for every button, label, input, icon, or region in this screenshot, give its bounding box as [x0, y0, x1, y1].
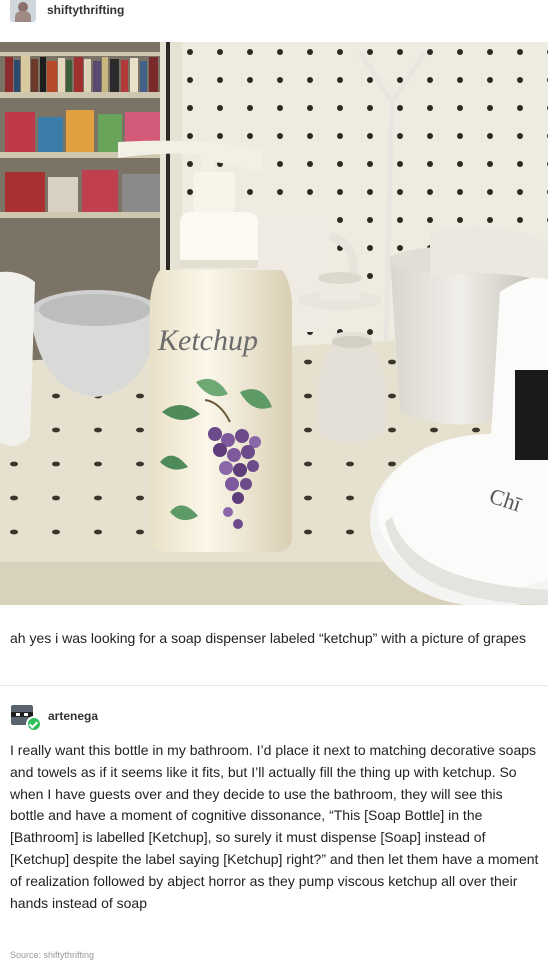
post-header: shiftythrifting	[0, 0, 548, 40]
user-avatar[interactable]	[10, 0, 36, 22]
avatar-eye-left	[16, 713, 20, 716]
reblog-divider	[0, 685, 548, 686]
bookshelf	[0, 52, 165, 218]
reblog-username[interactable]: artenega	[48, 709, 98, 723]
avatar-eye-right	[24, 713, 28, 716]
post-caption: ah yes i was looking for a soap dispense…	[10, 630, 526, 646]
post-photo: Chī Ketchup	[0, 42, 548, 605]
verified-check-icon	[26, 716, 42, 732]
source-link[interactable]: Source: shiftythrifting	[10, 950, 94, 960]
post-username[interactable]: shiftythrifting	[47, 3, 124, 17]
bottle-label: Ketchup	[157, 324, 258, 357]
avatar-body	[15, 11, 31, 22]
reblog-text: I really want this bottle in my bathroom…	[10, 742, 539, 911]
photo-illustration: Chī Ketchup	[0, 42, 548, 605]
